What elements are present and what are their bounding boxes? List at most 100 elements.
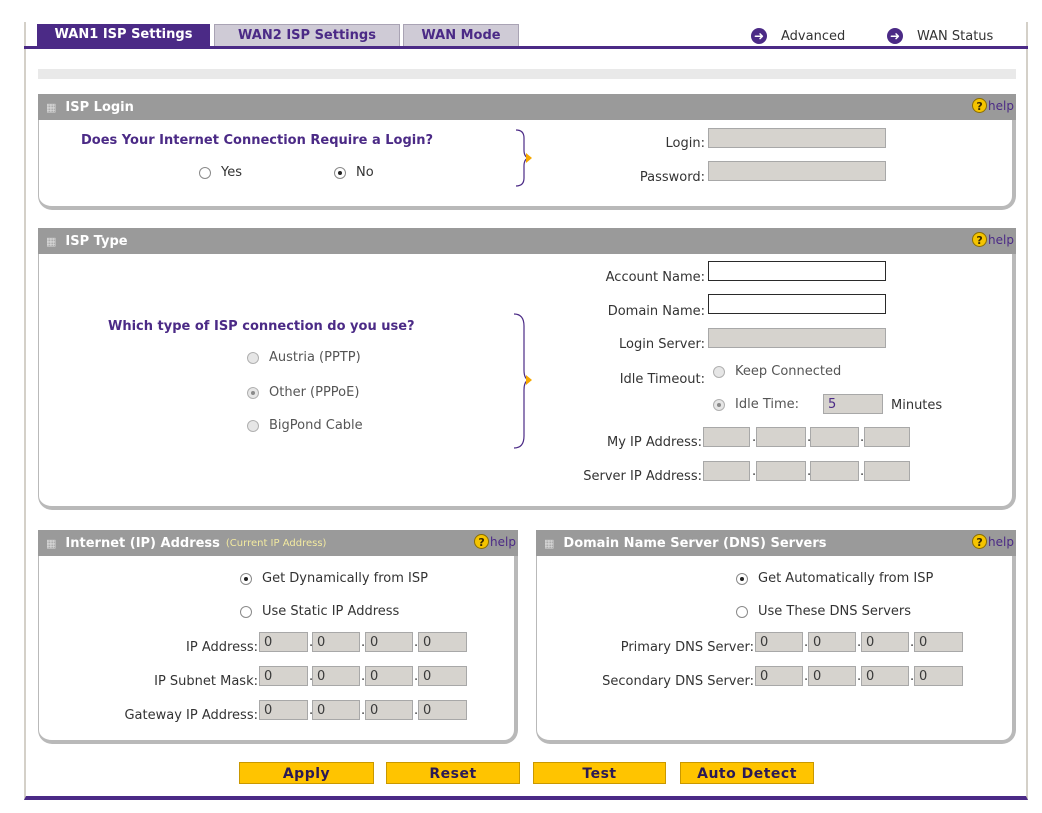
wan-status-link[interactable]: ➜ WAN Status <box>887 27 993 45</box>
gateway-ip-octet-4[interactable]: 0 <box>418 700 467 720</box>
gateway-ip-octet-1[interactable]: 0 <box>259 700 308 720</box>
secondary-dns-octet-3[interactable]: 0 <box>861 666 909 686</box>
subnet-mask-octet-3[interactable]: 0 <box>365 666 413 686</box>
reset-button[interactable]: Reset <box>386 762 520 784</box>
idle-time-field[interactable]: 5 <box>823 394 883 414</box>
help-icon: ? <box>972 98 988 113</box>
my-ip-octet-1[interactable] <box>703 427 750 447</box>
account-name-label: Account Name: <box>605 270 705 285</box>
ip-address-octet-1[interactable]: 0 <box>259 632 308 652</box>
help-label: help <box>988 232 1014 247</box>
subnet-mask-octet-1[interactable]: 0 <box>259 666 308 686</box>
help-label: help <box>988 98 1014 113</box>
server-ip-label: Server IP Address: <box>583 469 702 484</box>
server-ip-octet-2[interactable] <box>756 461 806 481</box>
domain-name-field[interactable] <box>708 294 886 314</box>
brace-icon <box>515 129 532 187</box>
radio-bigpond-cable[interactable]: BigPond Cable <box>247 418 363 433</box>
my-ip-octet-4[interactable] <box>864 427 910 447</box>
grip-icon: ▦ <box>46 100 56 114</box>
dns-help[interactable]: ? help <box>972 534 1014 549</box>
primary-dns-octet-2[interactable]: 0 <box>808 632 856 652</box>
radio-login-yes[interactable]: Yes <box>199 165 242 180</box>
secondary-dns-octet-1[interactable]: 0 <box>755 666 803 686</box>
wan-status-link-label: WAN Status <box>917 28 994 44</box>
subnet-mask-octet-4[interactable]: 0 <box>418 666 467 686</box>
my-ip-octet-2[interactable] <box>756 427 806 447</box>
tab-wan1-isp-settings[interactable]: WAN1 ISP Settings <box>37 24 210 46</box>
tab-wan-mode[interactable]: WAN Mode <box>403 24 519 46</box>
radio-label: BigPond Cable <box>269 418 363 433</box>
arrow-right-icon: ➜ <box>887 28 903 44</box>
minutes-label: Minutes <box>891 398 943 413</box>
subnet-mask-label: IP Subnet Mask: <box>154 674 258 689</box>
radio-icon <box>247 386 259 399</box>
radio-use-static-ip[interactable]: Use Static IP Address <box>240 604 399 619</box>
subnet-mask-octet-2[interactable]: 0 <box>312 666 360 686</box>
advanced-link[interactable]: ➜ Advanced <box>751 27 845 45</box>
account-name-field[interactable] <box>708 261 886 281</box>
isp-type-help[interactable]: ? help <box>972 232 1014 247</box>
login-server-label: Login Server: <box>619 337 705 352</box>
gateway-ip-label: Gateway IP Address: <box>124 708 258 723</box>
internet-ip-help[interactable]: ? help <box>474 534 516 549</box>
radio-get-dynamically[interactable]: Get Dynamically from ISP <box>240 571 428 586</box>
radio-icon <box>736 572 748 585</box>
password-field[interactable] <box>708 161 886 181</box>
server-ip-octet-3[interactable] <box>810 461 859 481</box>
login-field[interactable] <box>708 128 886 148</box>
isp-login-help[interactable]: ? help <box>972 98 1014 113</box>
internet-ip-header: ▦ Internet (IP) Address (Current IP Addr… <box>38 530 518 556</box>
tab-wan2-isp-settings[interactable]: WAN2 ISP Settings <box>214 24 400 46</box>
radio-icon <box>247 351 259 364</box>
arrow-right-icon: ➜ <box>751 28 767 44</box>
help-icon: ? <box>972 232 988 247</box>
ip-address-octet-4[interactable]: 0 <box>418 632 467 652</box>
internet-ip-title: Internet (IP) Address <box>65 535 220 551</box>
primary-dns-octet-1[interactable]: 0 <box>755 632 803 652</box>
radio-label: Use These DNS Servers <box>758 604 912 619</box>
primary-dns-label: Primary DNS Server: <box>620 640 754 655</box>
my-ip-label: My IP Address: <box>607 435 702 450</box>
help-icon: ? <box>972 534 988 549</box>
secondary-dns-octet-2[interactable]: 0 <box>808 666 856 686</box>
test-button[interactable]: Test <box>533 762 666 784</box>
radio-get-automatically[interactable]: Get Automatically from ISP <box>736 571 933 586</box>
login-server-field[interactable] <box>708 328 886 348</box>
my-ip-octet-3[interactable] <box>810 427 859 447</box>
help-icon: ? <box>474 534 490 549</box>
gateway-ip-octet-3[interactable]: 0 <box>365 700 413 720</box>
idle-timeout-label: Idle Timeout: <box>619 372 705 387</box>
advanced-link-label: Advanced <box>781 28 846 44</box>
ip-address-octet-2[interactable]: 0 <box>312 632 360 652</box>
grip-icon: ▦ <box>46 536 56 550</box>
ip-address-octet-3[interactable]: 0 <box>365 632 413 652</box>
primary-dns-octet-4[interactable]: 0 <box>914 632 963 652</box>
grip-icon: ▦ <box>46 234 56 248</box>
radio-label: Yes <box>221 165 242 180</box>
secondary-dns-label: Secondary DNS Server: <box>602 674 754 689</box>
auto-detect-button[interactable]: Auto Detect <box>680 762 814 784</box>
server-ip-octet-1[interactable] <box>703 461 750 481</box>
radio-label: Get Dynamically from ISP <box>262 571 428 586</box>
apply-button[interactable]: Apply <box>239 762 374 784</box>
radio-austria-pptp[interactable]: Austria (PPTP) <box>247 350 361 365</box>
secondary-dns-octet-4[interactable]: 0 <box>914 666 963 686</box>
radio-login-no[interactable]: No <box>334 165 374 180</box>
radio-other-pppoe[interactable]: Other (PPPoE) <box>247 385 359 400</box>
server-ip-octet-4[interactable] <box>864 461 910 481</box>
login-question: Does Your Internet Connection Require a … <box>81 133 434 148</box>
radio-use-these-dns[interactable]: Use These DNS Servers <box>736 604 911 619</box>
ip-address-label: IP Address: <box>186 640 258 655</box>
gateway-ip-octet-2[interactable]: 0 <box>312 700 360 720</box>
radio-label: Keep Connected <box>735 364 842 379</box>
radio-icon <box>240 572 252 585</box>
radio-icon <box>247 419 259 432</box>
radio-keep-connected[interactable]: Keep Connected <box>713 364 841 379</box>
isp-type-title: ISP Type <box>65 233 128 249</box>
primary-dns-octet-3[interactable]: 0 <box>861 632 909 652</box>
radio-idle-time[interactable]: Idle Time: <box>713 397 799 412</box>
radio-label: Other (PPPoE) <box>269 385 360 400</box>
radio-label: Idle Time: <box>735 397 800 412</box>
radio-icon <box>713 365 725 378</box>
